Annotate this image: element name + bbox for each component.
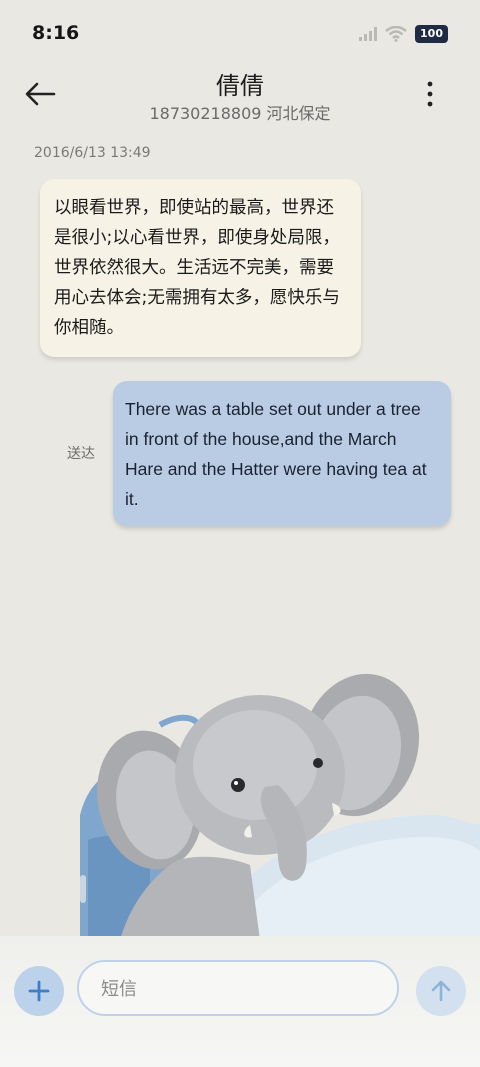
more-options-icon[interactable] [418, 80, 442, 108]
status-time: 8:16 [32, 22, 80, 44]
signal-icon [359, 27, 378, 41]
elephant-plush-wallpaper [80, 673, 480, 940]
contact-number-location: 18730218809 河北保定 [149, 104, 331, 123]
arrow-up-icon [431, 980, 451, 1002]
status-icons: 100 [359, 24, 448, 44]
wifi-icon [385, 26, 407, 42]
plus-icon [28, 980, 50, 1002]
message-input[interactable]: 短信 [77, 960, 399, 1016]
add-attachment-button[interactable] [14, 966, 64, 1016]
message-timestamp: 2016/6/13 13:49 [34, 145, 151, 161]
contact-name: 倩倩 [216, 72, 264, 100]
delivery-status: 送达 [67, 446, 95, 462]
battery-icon: 100 [415, 25, 448, 43]
outgoing-message-bubble[interactable]: There was a table set out under a tree i… [113, 381, 451, 526]
send-button[interactable] [416, 966, 466, 1016]
incoming-message-bubble[interactable]: 以眼看世界，即使站的最高，世界还是很小;以心看世界，即使身处局限，世界依然很大。… [40, 179, 361, 357]
